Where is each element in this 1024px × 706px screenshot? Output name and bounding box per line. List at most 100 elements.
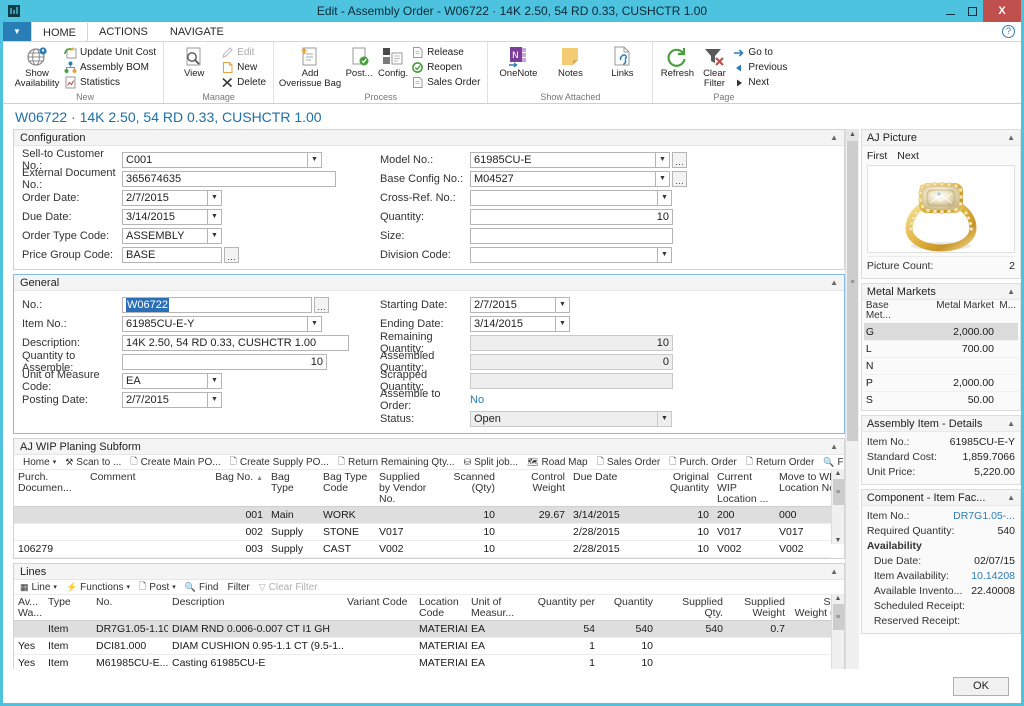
lookup-ellipsis-icon[interactable]: … bbox=[314, 296, 329, 313]
lines-col-quantity[interactable]: Quantity bbox=[599, 595, 657, 621]
wip-action-return-order[interactable]: 🗋 Return Order bbox=[746, 455, 815, 469]
quick-access-dropdown-icon[interactable]: ▼ bbox=[3, 22, 31, 41]
lookup-ellipsis-icon[interactable]: … bbox=[224, 246, 239, 263]
lines-action-filter[interactable]: Filter bbox=[227, 582, 249, 593]
chevron-up-icon[interactable]: ▲ bbox=[830, 567, 838, 576]
lines-col-variant-code[interactable]: Variant Code bbox=[343, 595, 415, 621]
chevron-down-icon[interactable]: ▼ bbox=[556, 296, 570, 313]
table-row[interactable]: Yes Item DCI81.000 DIAM CUSHION 0.95-1.1… bbox=[14, 637, 831, 655]
view-button[interactable]: View bbox=[168, 44, 220, 80]
metal-col-m[interactable]: M... bbox=[994, 301, 1016, 321]
chevron-up-icon[interactable]: ▲ bbox=[830, 278, 838, 287]
wip-col-due-date[interactable]: Due Date bbox=[569, 470, 631, 507]
lines-col-no[interactable]: No. bbox=[92, 595, 168, 621]
lines-col-availability-warning[interactable]: Av... Wa... bbox=[14, 595, 44, 621]
chevron-up-icon[interactable]: ▲ bbox=[1007, 133, 1015, 142]
previous-button[interactable]: Previous bbox=[731, 60, 790, 75]
no-input[interactable]: W06722 bbox=[122, 296, 312, 313]
chevron-down-icon[interactable]: ▼ bbox=[658, 246, 672, 263]
unit-of-measure-code-input[interactable]: EA bbox=[122, 372, 208, 389]
wip-col-control-weight[interactable]: Control Weight bbox=[499, 470, 569, 507]
value-link[interactable]: DR7G1.05-... bbox=[953, 510, 1015, 523]
scrollbar-thumb[interactable]: ≡ bbox=[832, 604, 844, 630]
wip-col-supplied-by-vendor-no[interactable]: Supplied by Vendor No. bbox=[375, 470, 437, 507]
external-document-no-input[interactable]: 365674635 bbox=[122, 170, 336, 187]
quantity-input[interactable]: 10 bbox=[470, 208, 673, 225]
scroll-up-icon[interactable]: ▲ bbox=[846, 129, 859, 141]
tab-actions[interactable]: ACTIONS bbox=[88, 22, 159, 41]
close-button[interactable]: X bbox=[983, 0, 1021, 22]
table-row[interactable]: 001 Main WORK 10 29.67 3/14/2015 10 200 bbox=[14, 506, 831, 524]
wip-action-create-supply-po[interactable]: 🗋 Create Supply PO... bbox=[230, 455, 329, 469]
notes-button[interactable]: Notes bbox=[544, 44, 596, 80]
go-to-button[interactable]: Go to bbox=[731, 45, 790, 60]
description-input[interactable]: 14K 2.50, 54 RD 0.33, CUSHCTR 1.00 bbox=[122, 334, 349, 351]
wip-col-comment[interactable]: Comment bbox=[86, 470, 211, 507]
wip-action-sales-order[interactable]: 🗋 Sales Order bbox=[597, 455, 661, 469]
lookup-ellipsis-icon[interactable]: … bbox=[672, 170, 687, 187]
minimize-button[interactable] bbox=[939, 0, 961, 22]
factbox-assembly-item-header[interactable]: Assembly Item - Details ▲ bbox=[861, 416, 1020, 432]
lookup-ellipsis-icon[interactable]: … bbox=[672, 151, 687, 168]
scroll-up-icon[interactable]: ▲ bbox=[835, 595, 842, 602]
refresh-button[interactable]: Refresh bbox=[657, 44, 697, 80]
links-button[interactable]: Links bbox=[596, 44, 648, 80]
chevron-down-icon[interactable]: ▼ bbox=[208, 227, 222, 244]
post-button[interactable]: Post... bbox=[342, 44, 376, 80]
chevron-down-icon[interactable]: ▼ bbox=[556, 315, 570, 332]
scroll-down-icon[interactable]: ▼ bbox=[835, 537, 842, 544]
wip-action-home[interactable]: Home ▾ bbox=[20, 457, 56, 468]
order-type-code-input[interactable]: ASSEMBLY bbox=[122, 227, 208, 244]
reopen-button[interactable]: Reopen bbox=[410, 60, 483, 75]
page-vertical-scrollbar[interactable]: ▲ ≡ ▼ bbox=[845, 129, 859, 685]
wip-action-split-job[interactable]: ⛁ Split job... bbox=[464, 457, 518, 468]
add-overissue-bag-button[interactable]: Add Overissue Bag bbox=[278, 44, 342, 90]
model-no-input[interactable]: 61985CU-E bbox=[470, 151, 656, 168]
size-input[interactable] bbox=[470, 227, 673, 244]
sell-to-customer-no-input[interactable]: C001 bbox=[122, 151, 308, 168]
posting-date-input[interactable]: 2/7/2015 bbox=[122, 391, 208, 408]
wip-col-move-to-wip-location-no[interactable]: Move to WIP Location No. bbox=[775, 470, 831, 507]
fasttab-wip-header[interactable]: AJ WIP Planing Subform ▲ bbox=[14, 439, 844, 455]
release-button[interactable]: Release bbox=[410, 45, 483, 60]
table-row[interactable]: 106279 003 Supply CAST V002 10 2/28/2015 bbox=[14, 540, 831, 558]
lines-col-type[interactable]: Type bbox=[44, 595, 92, 621]
wip-action-scan-to[interactable]: ⚒ Scan to ... bbox=[65, 457, 121, 468]
due-date-input[interactable]: 3/14/2015 bbox=[122, 208, 208, 225]
wip-action-return-remaining-qty[interactable]: 🗋 Return Remaining Qty... bbox=[338, 455, 455, 469]
onenote-button[interactable]: N OneNote bbox=[492, 44, 544, 80]
assemble-to-order-link[interactable]: No bbox=[470, 394, 484, 406]
tab-navigate[interactable]: NAVIGATE bbox=[159, 22, 235, 41]
wip-action-road-map[interactable]: 🗺 Road Map bbox=[527, 457, 588, 468]
factbox-aj-picture-header[interactable]: AJ Picture ▲ bbox=[861, 130, 1020, 146]
lines-col-stone-weight[interactable]: Stone Weight (CT) bbox=[789, 595, 831, 621]
chevron-down-icon[interactable]: ▼ bbox=[656, 151, 670, 168]
lines-action-line[interactable]: ▦ Line ▾ bbox=[20, 582, 57, 593]
update-unit-cost-button[interactable]: Update Unit Cost bbox=[63, 45, 159, 60]
order-date-input[interactable]: 2/7/2015 bbox=[122, 189, 208, 206]
list-item[interactable]: N bbox=[863, 358, 1018, 375]
lines-action-functions[interactable]: ⚡ Functions ▾ bbox=[66, 582, 130, 593]
metal-col-base-metal[interactable]: Base Met... bbox=[866, 301, 912, 321]
chevron-down-icon[interactable]: ▼ bbox=[656, 170, 670, 187]
chevron-up-icon[interactable]: ▲ bbox=[1007, 419, 1015, 428]
lines-col-supplied-qty[interactable]: Supplied Qty. bbox=[657, 595, 727, 621]
wip-col-current-wip-location[interactable]: Current WIP Location ... bbox=[713, 470, 775, 507]
price-group-code-input[interactable]: BASE bbox=[122, 246, 222, 263]
wip-col-scanned-qty[interactable]: Scanned (Qty) bbox=[437, 470, 499, 507]
picture-next-link[interactable]: Next bbox=[897, 150, 919, 162]
next-button[interactable]: Next bbox=[731, 75, 790, 90]
new-button[interactable]: New bbox=[220, 60, 269, 75]
chevron-down-icon[interactable]: ▼ bbox=[308, 151, 322, 168]
base-config-no-input[interactable]: M04527 bbox=[470, 170, 656, 187]
picture-first-link[interactable]: First bbox=[867, 150, 887, 162]
chevron-up-icon[interactable]: ▲ bbox=[830, 442, 838, 451]
lines-col-supplied-weight[interactable]: Supplied Weight bbox=[727, 595, 789, 621]
chevron-down-icon[interactable]: ▼ bbox=[658, 410, 672, 427]
wip-col-bag-type-code[interactable]: Bag Type Code bbox=[319, 470, 375, 507]
quantity-to-assemble-input[interactable]: 10 bbox=[122, 353, 327, 370]
scroll-up-icon[interactable]: ▲ bbox=[835, 470, 842, 477]
show-availability-button[interactable]: Show Availability bbox=[11, 44, 63, 90]
starting-date-input[interactable]: 2/7/2015 bbox=[470, 296, 556, 313]
value-link[interactable]: 10.14208 bbox=[971, 570, 1015, 583]
